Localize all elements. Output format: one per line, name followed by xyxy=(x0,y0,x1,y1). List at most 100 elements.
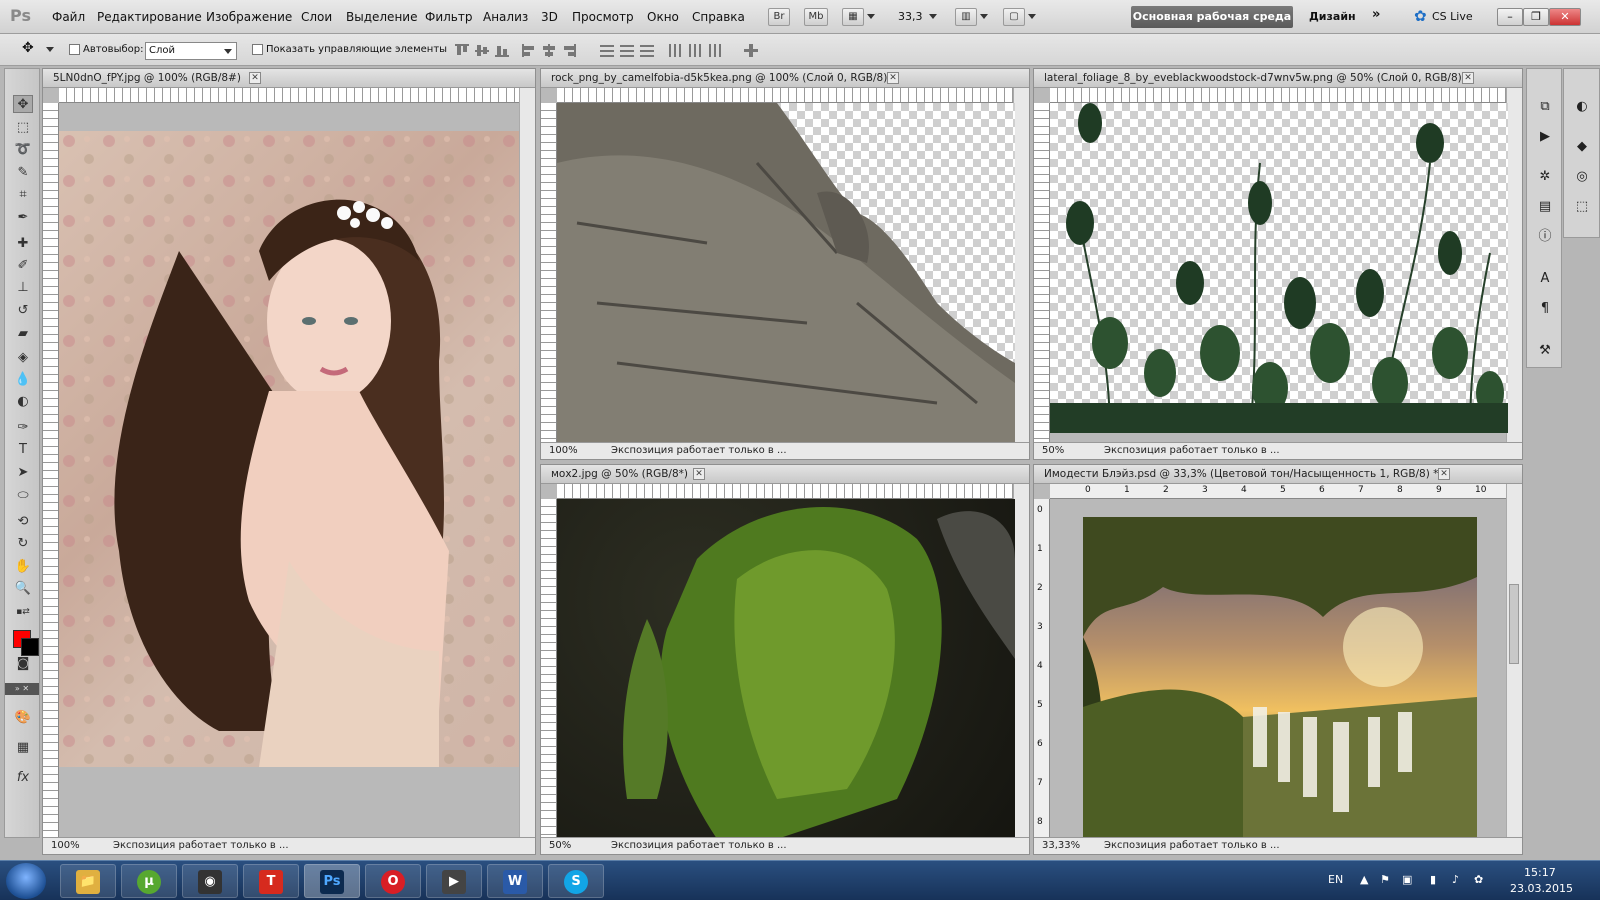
chevron-down-icon[interactable] xyxy=(46,47,54,52)
more-workspaces-button[interactable]: » xyxy=(1372,7,1380,22)
show-transform-controls-checkbox[interactable] xyxy=(252,44,263,55)
document-window-composition[interactable]: Имодести Блэйз.psd @ 33,3% (Цветовой тон… xyxy=(1033,464,1523,855)
chevron-down-icon[interactable] xyxy=(929,14,937,19)
clone-stamp-tool-icon[interactable]: ⊥ xyxy=(13,279,33,297)
adjustments-panel-icon[interactable]: ◐ xyxy=(1572,97,1592,117)
character-panel-icon[interactable]: A xyxy=(1535,269,1555,289)
paint-bucket-tool-icon[interactable]: ◈ xyxy=(13,349,33,367)
view-extras-button[interactable]: ▦ xyxy=(842,8,864,26)
status-text[interactable]: Экспозиция работает только в ... xyxy=(113,840,289,851)
action-center-flag-icon[interactable]: ⚑ xyxy=(1380,874,1392,886)
vertical-scrollbar[interactable] xyxy=(1013,88,1029,442)
info-panel-icon[interactable]: ⓘ xyxy=(1535,227,1555,247)
document-tab[interactable]: мох2.jpg @ 50% (RGB/8*) ✕ xyxy=(541,465,1029,484)
pen-tool-icon[interactable]: ✑ xyxy=(13,419,33,437)
chevron-down-icon[interactable] xyxy=(980,14,988,19)
zoom-field[interactable]: 100% xyxy=(549,445,578,456)
healing-brush-tool-icon[interactable]: ✚ xyxy=(13,235,33,253)
distribute-vertical-center-icon[interactable] xyxy=(620,44,634,57)
zoom-field[interactable]: 50% xyxy=(1042,445,1064,456)
background-color-swatch[interactable] xyxy=(21,638,39,656)
taskbar-app-camera[interactable]: ◉ xyxy=(182,864,238,898)
taskbar-app-t[interactable]: T xyxy=(243,864,299,898)
panel-collapse-bar[interactable]: » ✕ xyxy=(5,683,39,695)
volume-icon[interactable]: ♪ xyxy=(1452,874,1464,886)
distribute-right-icon[interactable] xyxy=(708,44,722,57)
document-tab[interactable]: lateral_foliage_8_by_eveblackwoodstock-d… xyxy=(1034,69,1522,88)
vertical-scrollbar[interactable] xyxy=(519,88,535,837)
vertical-scrollbar[interactable] xyxy=(1506,484,1522,837)
align-vertical-center-icon[interactable] xyxy=(475,44,489,57)
tray-app-icon[interactable]: ✿ xyxy=(1474,874,1486,886)
screen-mode-button[interactable]: ▢ xyxy=(1003,8,1025,26)
menu-help[interactable]: Справка xyxy=(692,10,745,24)
document-tab[interactable]: rock_png_by_camelfobia-d5k5kea.png @ 100… xyxy=(541,69,1029,88)
arrange-documents-button[interactable]: ▥ xyxy=(955,8,977,26)
quick-selection-tool-icon[interactable]: ✎ xyxy=(13,164,33,182)
show-hidden-icons-icon[interactable]: ▲ xyxy=(1360,874,1372,886)
taskbar-app-skype[interactable]: S xyxy=(548,864,604,898)
menu-window[interactable]: Окно xyxy=(647,10,679,24)
close-icon[interactable]: ✕ xyxy=(1462,72,1474,84)
align-left-icon[interactable] xyxy=(522,44,536,57)
brush-tool-icon[interactable]: ✐ xyxy=(13,257,33,275)
document-window-portrait[interactable]: 5LN0dnO_fPY.jpg @ 100% (RGB/8#) ✕ 100% Э… xyxy=(42,68,536,855)
vertical-scrollbar[interactable] xyxy=(1506,88,1522,442)
paths-panel-icon[interactable]: ⬚ xyxy=(1572,197,1592,217)
scrollbar-thumb[interactable] xyxy=(1509,584,1519,664)
menu-select[interactable]: Выделение xyxy=(346,10,417,24)
start-button[interactable] xyxy=(6,863,46,899)
taskbar-app-opera[interactable]: O xyxy=(365,864,421,898)
3d-rotate-tool-icon[interactable]: ⟲ xyxy=(13,513,33,531)
type-tool-icon[interactable]: T xyxy=(13,441,33,459)
vertical-scrollbar[interactable] xyxy=(1013,484,1029,837)
taskbar-app-word[interactable]: W xyxy=(487,864,543,898)
minimize-button[interactable]: – xyxy=(1497,8,1523,26)
align-top-icon[interactable] xyxy=(455,44,469,57)
zoom-field[interactable]: 33,33% xyxy=(1042,840,1080,851)
color-panel-icon[interactable]: 🎨 xyxy=(13,709,33,727)
move-tool-icon[interactable]: ✥ xyxy=(22,40,34,56)
styles-panel-icon[interactable]: fx xyxy=(13,769,33,787)
swatches-panel-icon[interactable]: ▦ xyxy=(13,739,33,757)
eyedropper-tool-icon[interactable]: ✒ xyxy=(13,209,33,227)
close-icon[interactable]: ✕ xyxy=(249,72,261,84)
blur-tool-icon[interactable]: 💧 xyxy=(13,371,33,389)
align-bottom-icon[interactable] xyxy=(495,44,509,57)
document-window-moss[interactable]: мох2.jpg @ 50% (RGB/8*) ✕ 50% Экспозиция… xyxy=(540,464,1030,855)
status-text[interactable]: Экспозиция работает только в ... xyxy=(1104,840,1280,851)
history-brush-tool-icon[interactable]: ↺ xyxy=(13,302,33,320)
marquee-tool-icon[interactable]: ⬚ xyxy=(13,119,33,137)
status-text[interactable]: Экспозиция работает только в ... xyxy=(1104,445,1280,456)
menu-layers[interactable]: Слои xyxy=(301,10,332,24)
taskbar-app-explorer[interactable]: 📁 xyxy=(60,864,116,898)
paragraph-panel-icon[interactable]: ¶ xyxy=(1535,299,1555,319)
bridge-button[interactable]: Br xyxy=(768,8,790,26)
tool-presets-icon[interactable]: ⚒ xyxy=(1535,341,1555,361)
menu-image[interactable]: Изображение xyxy=(206,10,292,24)
network-adapter-icon[interactable]: ▣ xyxy=(1402,874,1414,886)
eraser-tool-icon[interactable]: ▰ xyxy=(13,325,33,343)
zoom-tool-icon[interactable]: 🔍 xyxy=(13,580,33,598)
align-right-icon[interactable] xyxy=(562,44,576,57)
auto-align-layers-icon[interactable] xyxy=(744,44,758,57)
workspace-essentials-button[interactable]: Основная рабочая среда xyxy=(1131,6,1293,28)
language-indicator[interactable]: EN xyxy=(1328,873,1343,886)
chevron-down-icon[interactable] xyxy=(224,49,232,54)
chevron-down-icon[interactable] xyxy=(867,14,875,19)
zoom-field[interactable]: 50% xyxy=(549,840,571,851)
channels-panel-icon[interactable]: ◎ xyxy=(1572,167,1592,187)
dodge-tool-icon[interactable]: ◐ xyxy=(13,393,33,411)
layers-panel-icon[interactable]: ◆ xyxy=(1572,137,1592,157)
distribute-top-icon[interactable] xyxy=(600,44,614,57)
autoselect-checkbox[interactable] xyxy=(69,44,80,55)
align-horizontal-center-icon[interactable] xyxy=(542,44,556,57)
zoom-field[interactable]: 100% xyxy=(51,840,80,851)
move-tool-icon[interactable]: ✥ xyxy=(13,95,33,113)
lasso-tool-icon[interactable]: ➰ xyxy=(13,141,33,159)
taskbar-app-utorrent[interactable]: µ xyxy=(121,864,177,898)
navigator-panel-icon[interactable]: ✲ xyxy=(1535,167,1555,187)
taskbar-app-media-player[interactable]: ▶ xyxy=(426,864,482,898)
path-selection-tool-icon[interactable]: ➤ xyxy=(13,464,33,482)
maximize-button[interactable]: ❐ xyxy=(1523,8,1549,26)
